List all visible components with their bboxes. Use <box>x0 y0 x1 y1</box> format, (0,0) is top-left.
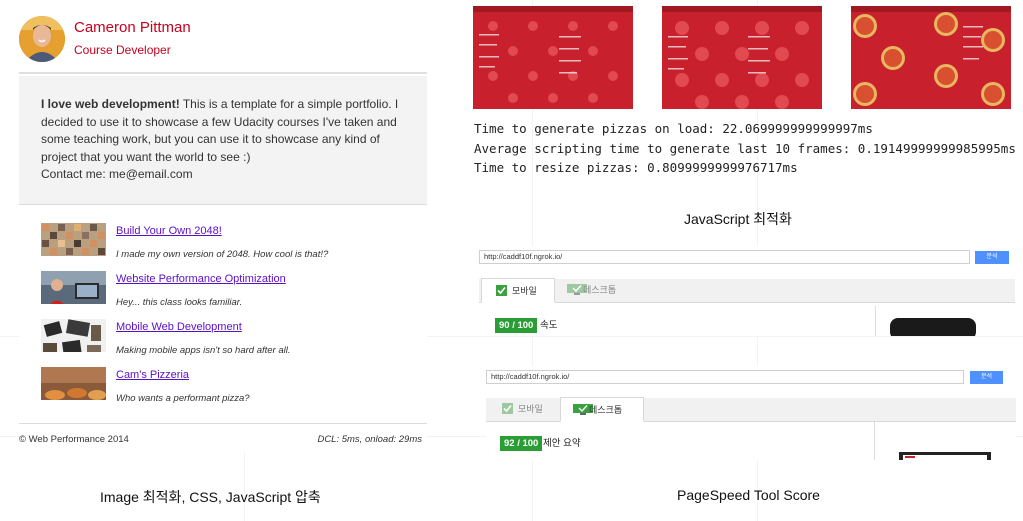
portfolio-role: Course Developer <box>74 43 171 57</box>
pagespeed-mobile-panel: http://caddf10f.ngrok.io/ 분석 모바일 데스크톱 90… <box>479 246 1015 336</box>
caption-pagespeed-score: PageSpeed Tool Score <box>677 487 820 503</box>
monitor-check-icon <box>567 280 587 295</box>
tab-bar <box>479 279 1015 303</box>
list-item: Cam's Pizzeria Who wants a performant pi… <box>41 367 421 415</box>
project-thumbnail-pizzeria <box>41 367 106 400</box>
project-list: Build Your Own 2048! I made my own versi… <box>41 223 421 415</box>
console-line: Average scripting time to generate last … <box>474 141 1016 156</box>
tab-desktop-label: 데스크톱 <box>583 285 617 295</box>
tab-desktop[interactable]: 데스크톱 <box>560 397 644 422</box>
list-item: Website Performance Optimization Hey... … <box>41 271 421 319</box>
score-label: 속도 <box>540 320 558 331</box>
portfolio-name: Cameron Pittman <box>74 19 191 36</box>
project-link[interactable]: Website Performance Optimization <box>116 273 286 285</box>
list-item: Mobile Web Development Making mobile app… <box>41 319 421 367</box>
device-preview <box>874 422 1016 460</box>
project-thumbnail-performance <box>41 271 106 304</box>
tab-mobile[interactable]: 모바일 <box>481 278 555 303</box>
footer-timing: DCL: 5ms, onload: 29ms <box>317 434 422 445</box>
project-description: Who wants a performant pizza? <box>116 393 250 404</box>
footer-copyright: © Web Performance 2014 <box>19 434 129 445</box>
contact-text: Contact me: me@email.com <box>41 167 193 181</box>
score-badge: 92 / 100 <box>500 436 543 451</box>
tab-desktop-label: 데스크톱 <box>589 405 623 415</box>
checkmark-icon <box>496 281 507 296</box>
project-link[interactable]: Build Your Own 2048! <box>116 225 222 237</box>
pagespeed-desktop-panel: http://caddf10f.ngrok.io/ 분석 모바일 데스크톱 92… <box>486 366 1016 460</box>
pizza-screenshot-1 <box>473 6 633 109</box>
avatar <box>19 16 65 62</box>
tab-mobile-label: 모바일 <box>512 286 537 296</box>
score-badge: 90 / 100 <box>495 318 538 333</box>
device-preview <box>875 306 1015 336</box>
project-thumbnail-mobile <box>41 319 106 352</box>
portfolio-footer: © Web Performance 2014 DCL: 5ms, onload:… <box>19 423 427 445</box>
about-section: I love web development! This is a templa… <box>19 76 427 205</box>
list-item: Build Your Own 2048! I made my own versi… <box>41 223 421 271</box>
project-thumbnail-2048 <box>41 223 106 256</box>
url-input[interactable]: http://caddf10f.ngrok.io/ <box>479 250 970 264</box>
project-description: I made my own version of 2048. How cool … <box>116 249 329 260</box>
tab-mobile[interactable]: 모바일 <box>486 397 558 422</box>
project-link[interactable]: Mobile Web Development <box>116 321 242 333</box>
tab-desktop[interactable]: 데스크톱 <box>567 278 657 303</box>
tab-mobile-label: 모바일 <box>518 404 543 414</box>
caption-javascript-optimization: JavaScript 최적화 <box>684 211 792 227</box>
portfolio-screenshot: Cameron Pittman Course Developer I love … <box>19 0 427 452</box>
about-bold: I love web development! <box>41 97 180 111</box>
pizza-screenshot-2 <box>662 6 822 109</box>
console-line: Time to resize pizzas: 0.809999999997671… <box>474 160 798 175</box>
console-line: Time to generate pizzas on load: 22.0699… <box>474 121 873 136</box>
url-input[interactable]: http://caddf10f.ngrok.io/ <box>486 370 964 384</box>
project-link[interactable]: Cam's Pizzeria <box>116 369 189 381</box>
monitor-check-icon <box>573 400 593 415</box>
analyze-button[interactable]: 분석 <box>970 371 1003 384</box>
checkmark-icon <box>502 399 513 414</box>
project-description: Making mobile apps isn't so hard after a… <box>116 345 291 356</box>
portfolio-header: Cameron Pittman Course Developer <box>19 0 427 74</box>
caption-image-optimization: Image 최적화, CSS, JavaScript 압축 <box>100 489 321 505</box>
score-label: 제안 요약 <box>543 438 581 449</box>
analyze-button[interactable]: 분석 <box>975 251 1009 264</box>
pizza-screenshot-3 <box>851 6 1011 109</box>
project-description: Hey... this class looks familiar. <box>116 297 243 308</box>
